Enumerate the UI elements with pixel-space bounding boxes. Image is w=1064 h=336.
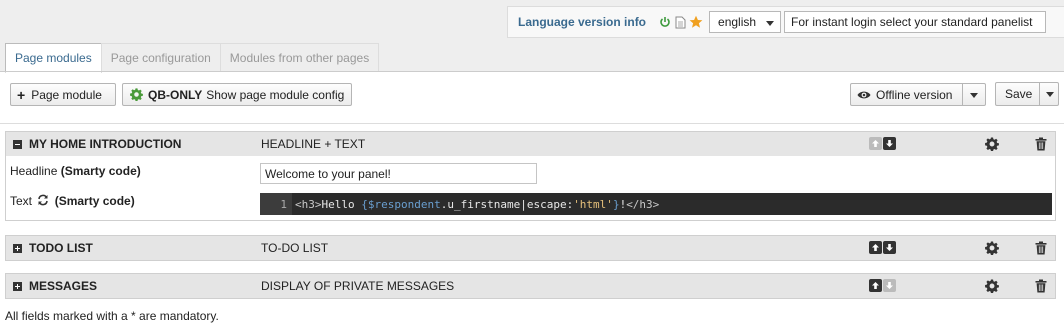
module-header: TODO LIST TO-DO LIST: [6, 236, 1055, 260]
gear-icon[interactable]: [985, 279, 999, 294]
module-panel-my-home-introduction: MY HOME INTRODUCTION HEADLINE + TEXT Hea…: [5, 131, 1056, 221]
chevron-down-icon[interactable]: [1046, 92, 1054, 97]
arrow-up-icon[interactable]: [869, 241, 882, 254]
trash-icon[interactable]: [1035, 137, 1047, 151]
code-variable: $respondent: [367, 197, 441, 211]
language-select[interactable]: english: [709, 11, 782, 33]
gear-icon[interactable]: [985, 241, 999, 256]
mandatory-fields-note: All fields marked with a * are mandatory…: [5, 309, 219, 323]
code-line[interactable]: <h3>Hello {$respondent.u_firstname|escap…: [292, 198, 659, 211]
module-title[interactable]: TODO LIST: [29, 241, 93, 255]
offline-version-button[interactable]: Offline version: [850, 83, 986, 106]
instant-login-select[interactable]: [784, 11, 1047, 33]
show-config-label: Show page module config: [206, 87, 345, 102]
code-hello: Hello: [321, 197, 362, 211]
headline-label: Headline (Smarty code): [10, 164, 141, 178]
code-brace-open: {: [361, 197, 368, 211]
code-brace-close: }: [612, 197, 620, 211]
button-divider: [962, 84, 963, 105]
code-modifier: .u_firstname|escape:: [440, 197, 574, 211]
code-string: 'html': [573, 197, 613, 211]
button-divider: [1039, 83, 1040, 105]
arrow-up-icon[interactable]: [869, 279, 882, 292]
move-arrows: [869, 137, 896, 150]
code-close-tag: </h3>: [626, 197, 660, 211]
trash-icon[interactable]: [1035, 279, 1047, 293]
chevron-down-icon[interactable]: [970, 93, 978, 98]
expand-icon[interactable]: [13, 244, 22, 253]
text-smarty-hint: (Smarty code): [54, 194, 135, 208]
power-icon[interactable]: [659, 16, 671, 28]
refresh-icon[interactable]: [37, 194, 49, 209]
expand-icon[interactable]: [13, 282, 22, 291]
show-module-config-button[interactable]: QB-ONLY Show page module config: [122, 83, 352, 106]
trash-icon[interactable]: [1035, 241, 1047, 255]
document-icon[interactable]: [675, 16, 686, 29]
line-number: 1: [260, 193, 292, 215]
module-body: Headline (Smarty code) Text (Smarty code…: [6, 156, 1055, 220]
headline-smarty-hint: (Smarty code): [60, 164, 141, 178]
code-editor[interactable]: 1 <h3>Hello {$respondent.u_firstname|esc…: [260, 193, 1052, 215]
tab-modules-from-other-pages[interactable]: Modules from other pages: [219, 43, 380, 72]
module-panel-messages: MESSAGES DISPLAY OF PRIVATE MESSAGES: [5, 273, 1056, 299]
language-version-info-label[interactable]: Language version info: [518, 15, 646, 29]
module-title[interactable]: MY HOME INTRODUCTION: [29, 137, 181, 151]
gear-icon: [130, 88, 143, 101]
gear-icon[interactable]: [985, 137, 999, 152]
language-select-value: english: [718, 15, 757, 29]
module-panel-todo-list: TODO LIST TO-DO LIST: [5, 235, 1056, 261]
tab-bar: Page modules Page configuration Modules …: [5, 43, 380, 73]
arrow-down-icon[interactable]: [883, 137, 896, 150]
text-label-text: Text: [10, 194, 33, 208]
offline-version-label: Offline version: [876, 87, 953, 102]
module-header: MESSAGES DISPLAY OF PRIVATE MESSAGES: [6, 274, 1055, 298]
collapse-icon[interactable]: [13, 140, 22, 149]
tab-page-modules[interactable]: Page modules: [5, 43, 102, 73]
eye-icon: [857, 90, 871, 100]
save-button[interactable]: Save: [995, 82, 1059, 106]
module-type: TO-DO LIST: [261, 241, 329, 255]
code-open-tag: <h3>: [295, 197, 322, 211]
tab-page-configuration[interactable]: Page configuration: [100, 43, 221, 72]
headline-label-text: Headline: [10, 164, 58, 178]
move-arrows: [869, 241, 896, 254]
arrow-down-icon: [883, 279, 896, 292]
add-page-module-label: Page module: [31, 87, 102, 102]
plus-icon: +: [17, 86, 26, 103]
module-header: MY HOME INTRODUCTION HEADLINE + TEXT: [6, 132, 1055, 156]
chevron-down-icon: [766, 21, 775, 26]
module-type: HEADLINE + TEXT: [261, 137, 366, 151]
star-icon[interactable]: [689, 15, 703, 29]
headline-input[interactable]: [260, 163, 537, 184]
toolbar: + Page module QB-ONLY Show page module c…: [0, 72, 1064, 124]
save-label: Save: [1005, 87, 1033, 101]
arrow-up-icon: [869, 137, 882, 150]
move-arrows: [869, 279, 896, 292]
qb-only-label: QB-ONLY: [148, 87, 203, 102]
add-page-module-button[interactable]: + Page module: [10, 83, 116, 106]
text-label: Text (Smarty code): [10, 194, 135, 209]
module-type: DISPLAY OF PRIVATE MESSAGES: [261, 279, 455, 293]
module-title[interactable]: MESSAGES: [29, 279, 97, 293]
arrow-down-icon[interactable]: [883, 241, 896, 254]
language-bar: Language version info english: [507, 6, 1064, 38]
